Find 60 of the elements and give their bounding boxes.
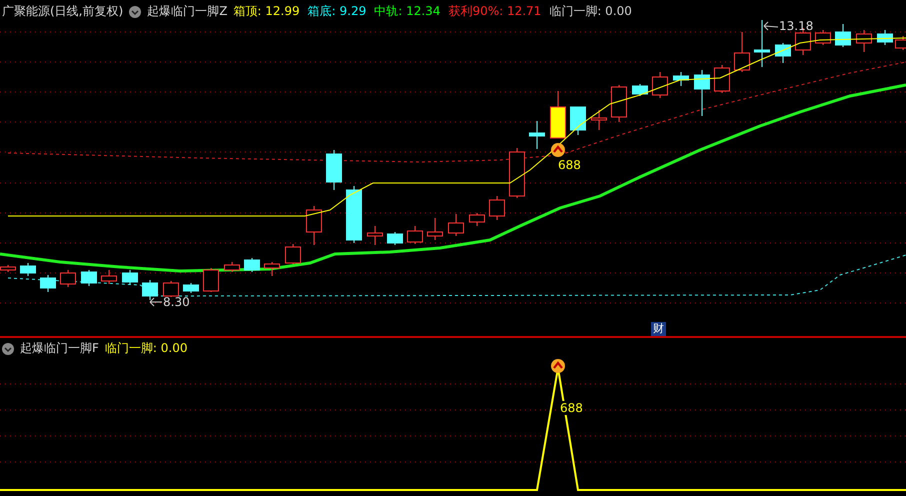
candlestick (856, 30, 872, 52)
low-pointer-icon (150, 298, 162, 306)
candlestick (367, 226, 383, 246)
candlestick (183, 282, 199, 294)
high-pointer-icon (764, 22, 778, 30)
candlestick (673, 72, 689, 86)
candlestick (611, 84, 627, 122)
indicator-readout: 箱底: 9.29 (308, 3, 366, 20)
candlestick (509, 148, 525, 198)
candlestick (326, 150, 342, 190)
candlestick (346, 186, 362, 244)
signal-label: 688 (560, 401, 583, 415)
dropdown-icon[interactable] (129, 6, 142, 18)
candlestick (734, 32, 750, 72)
candlestick (550, 90, 566, 138)
indicator-name: 起爆临门一脚Z (147, 3, 228, 20)
candlestick (427, 218, 443, 240)
dropdown-icon[interactable] (2, 342, 14, 354)
candlestick (60, 270, 76, 288)
event-badge[interactable]: 财 (651, 322, 666, 336)
indicator-name: 起爆临门一脚F (20, 340, 99, 357)
indicator-readout: 箱顶: 12.99 (233, 3, 300, 20)
indicator-readout: 临门一脚: 0.00 (549, 3, 632, 20)
low-price-label: 8.30 (163, 295, 190, 309)
candlestick (40, 274, 56, 292)
candlestick (163, 280, 179, 298)
candlestick (101, 270, 117, 284)
candlestick (591, 110, 607, 130)
candlestick (142, 280, 158, 300)
candlestick (652, 72, 668, 98)
candlestick (570, 106, 586, 136)
candlestick (20, 262, 36, 276)
candlestick (407, 226, 423, 244)
candlestick (754, 20, 770, 68)
candlestick (306, 206, 322, 246)
candlestick (244, 258, 260, 272)
candlestick (122, 270, 138, 286)
high-price-label: 13.18 (779, 19, 814, 33)
candlestick (632, 84, 648, 96)
candlestick (694, 70, 710, 116)
candlestick (529, 120, 545, 150)
candlestick (469, 212, 485, 226)
signal-label: 688 (558, 158, 581, 172)
chart-title: 广聚能源(日线,前复权) (2, 3, 124, 20)
candlestick (203, 268, 219, 292)
candlestick (489, 196, 505, 220)
candlestick (264, 262, 280, 276)
candlestick (448, 214, 464, 236)
candlestick (815, 30, 831, 46)
indicator-readout: 临门一脚: 0.00 (104, 340, 188, 357)
indicator-readout: 中轨: 12.34 (374, 3, 440, 20)
candlestick (877, 30, 893, 46)
candlestick (714, 64, 730, 94)
indicator-readout: 获利90%: 12.71 (448, 3, 542, 20)
candlestick (775, 42, 791, 64)
candlestick (835, 24, 851, 48)
candlestick (224, 262, 240, 272)
candlestick (81, 270, 97, 286)
candlestick (387, 232, 403, 246)
candlestick (285, 244, 301, 264)
